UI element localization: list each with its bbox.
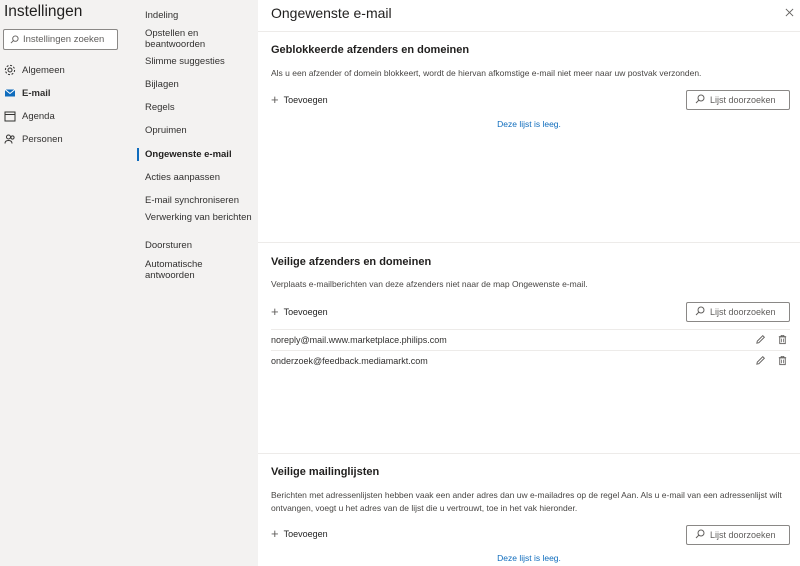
category-label: Algemeen xyxy=(22,64,65,76)
add-label: Toevoegen xyxy=(283,95,328,105)
header-divider xyxy=(258,31,800,32)
close-icon xyxy=(785,8,793,16)
nav-item-indeling[interactable]: Indeling xyxy=(145,10,253,21)
nav-item-doorsturen[interactable]: Doorsturen xyxy=(145,240,253,251)
blocked-empty-message: Deze lijst is leeg. xyxy=(497,119,561,129)
close-button[interactable] xyxy=(782,5,796,19)
page-title: Ongewenste e-mail xyxy=(271,5,392,21)
safe-sender-row: noreply@mail.www.marketplace.philips.com xyxy=(271,329,790,349)
safe-sender-address: onderzoek@feedback.mediamarkt.com xyxy=(271,355,428,366)
section-divider xyxy=(258,242,800,243)
settings-search-input[interactable] xyxy=(23,34,113,45)
search-icon xyxy=(695,94,705,106)
search-label: Lijst doorzoeken xyxy=(710,95,776,105)
safe-sender-row: onderzoek@feedback.mediamarkt.com xyxy=(271,350,790,370)
search-icon xyxy=(10,31,19,49)
mailinglists-section-title: Veilige mailinglijsten xyxy=(271,466,380,478)
blocked-section-title: Geblokkeerde afzenders en domeinen xyxy=(271,44,470,56)
mailinglists-empty-message: Deze lijst is leeg. xyxy=(497,553,561,563)
plus-icon: + xyxy=(271,526,279,541)
nav-item-slimme-suggesties[interactable]: Slimme suggesties xyxy=(145,56,253,67)
mail-icon xyxy=(4,87,16,99)
edit-icon[interactable] xyxy=(752,332,768,348)
category-agenda[interactable]: Agenda xyxy=(4,108,55,124)
settings-sidebar: Instellingen Algemeen E-mail Agenda Pers… xyxy=(0,0,130,566)
add-label: Toevoegen xyxy=(283,529,328,539)
calendar-icon xyxy=(4,110,16,122)
blocked-list-search[interactable]: Lijst doorzoeken xyxy=(686,90,790,110)
plus-icon: + xyxy=(271,92,279,107)
search-label: Lijst doorzoeken xyxy=(710,530,776,540)
gear-icon xyxy=(4,64,16,76)
junk-email-panel: Ongewenste e-mail Geblokkeerde afzenders… xyxy=(258,0,800,566)
mailinglists-list-search[interactable]: Lijst doorzoeken xyxy=(686,525,790,545)
edit-icon[interactable] xyxy=(752,353,768,369)
safe-section-description: Verplaats e-mailberichten van deze afzen… xyxy=(271,279,588,289)
category-label: E-mail xyxy=(22,87,51,99)
safe-section-title: Veilige afzenders en domeinen xyxy=(271,256,432,268)
nav-item-acties-aanpassen[interactable]: Acties aanpassen xyxy=(145,172,253,183)
nav-item-verwerking-berichten[interactable]: Verwerking van berichten xyxy=(145,212,253,223)
search-label: Lijst doorzoeken xyxy=(710,307,776,317)
email-settings-nav: Indeling Opstellen en beantwoorden Slimm… xyxy=(130,0,258,566)
safe-sender-address: noreply@mail.www.marketplace.philips.com xyxy=(271,334,447,345)
delete-icon[interactable] xyxy=(774,332,790,348)
safe-list-search[interactable]: Lijst doorzoeken xyxy=(686,302,790,322)
nav-item-ongewenste-email[interactable]: Ongewenste e-mail xyxy=(145,149,253,160)
settings-title: Instellingen xyxy=(4,3,83,20)
category-algemeen[interactable]: Algemeen xyxy=(4,62,65,78)
section-divider xyxy=(258,453,800,454)
active-nav-indicator xyxy=(137,148,139,161)
nav-item-opstellen[interactable]: Opstellen en beantwoorden xyxy=(145,28,253,50)
category-email[interactable]: E-mail xyxy=(4,85,51,101)
delete-icon[interactable] xyxy=(774,353,790,369)
add-label: Toevoegen xyxy=(283,307,328,317)
mailinglists-section-description: Berichten met adressenlijsten hebben vaa… xyxy=(271,490,782,513)
nav-item-regels[interactable]: Regels xyxy=(145,102,253,113)
category-label: Personen xyxy=(22,133,63,145)
nav-item-bijlagen[interactable]: Bijlagen xyxy=(145,79,253,90)
category-label: Agenda xyxy=(22,110,55,122)
search-icon xyxy=(695,529,705,541)
search-icon xyxy=(695,306,705,318)
settings-search-box[interactable] xyxy=(3,29,118,50)
blocked-add-button[interactable]: + Toevoegen xyxy=(271,92,328,107)
plus-icon: + xyxy=(271,304,279,319)
safe-add-button[interactable]: + Toevoegen xyxy=(271,304,328,319)
people-icon xyxy=(4,133,16,145)
category-personen[interactable]: Personen xyxy=(4,131,63,147)
nav-item-opruimen[interactable]: Opruimen xyxy=(145,125,253,136)
nav-item-automatische-antwoorden[interactable]: Automatische antwoorden xyxy=(145,259,253,281)
blocked-section-description: Als u een afzender of domein blokkeert, … xyxy=(271,68,702,78)
mailinglists-add-button[interactable]: + Toevoegen xyxy=(271,526,328,541)
nav-item-email-synchroniseren[interactable]: E-mail synchroniseren xyxy=(145,195,253,206)
